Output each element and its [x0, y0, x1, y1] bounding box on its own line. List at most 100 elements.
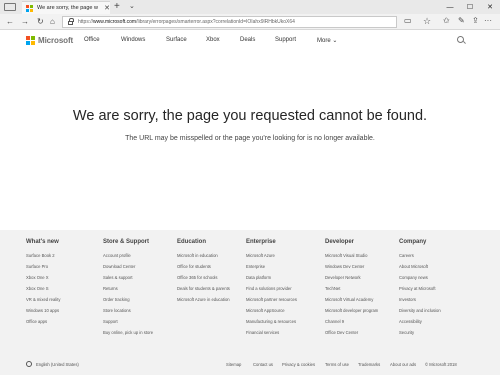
- browser-titlebar: We are sorry, the page w ✕ + ⌄ — ☐ ✕: [0, 0, 500, 14]
- footer-link[interactable]: Financial services: [246, 327, 297, 338]
- footer-link[interactable]: Diversity and inclusion: [399, 305, 441, 316]
- footer-link[interactable]: Microsoft in education: [177, 250, 230, 261]
- share-icon[interactable]: ⇪: [472, 16, 479, 25]
- forward-icon[interactable]: →: [21, 16, 29, 28]
- favorites-hub-icon[interactable]: ✩: [443, 16, 450, 25]
- footer-link[interactable]: Office for students: [177, 261, 230, 272]
- footer-link[interactable]: Surface Book 2: [26, 250, 60, 261]
- globe-icon: [26, 361, 32, 367]
- legal-link-privacy[interactable]: Privacy & cookies: [282, 362, 315, 367]
- footer-link[interactable]: Privacy at Microsoft: [399, 283, 441, 294]
- microsoft-logo-icon: [26, 36, 35, 45]
- address-toolbar: ← → ↻ ⌂ https://www.microsoft.com/librar…: [0, 14, 500, 30]
- footer-link[interactable]: Store locations: [103, 305, 153, 316]
- tab-active[interactable]: We are sorry, the page w ✕: [22, 1, 110, 14]
- footer-link[interactable]: About Microsoft: [399, 261, 441, 272]
- legal-link-terms[interactable]: Terms of use: [325, 362, 349, 367]
- copyright-text: © Microsoft 2018: [425, 362, 457, 367]
- footer-link[interactable]: Enterprise: [246, 261, 297, 272]
- nav-office[interactable]: Office: [84, 37, 100, 43]
- error-heading: We are sorry, the page you requested can…: [72, 108, 428, 124]
- tab-close-icon[interactable]: ✕: [104, 5, 110, 12]
- address-input[interactable]: https://www.microsoft.com/library/errorp…: [62, 16, 397, 28]
- footer-column-store-support: Store & Support Account profile Download…: [103, 239, 153, 338]
- footer-bottom-bar: English (United States) Sitemap Contact …: [0, 360, 500, 372]
- logo-text: Microsoft: [38, 36, 74, 45]
- close-window-button[interactable]: ✕: [480, 0, 500, 14]
- footer-link[interactable]: Account profile: [103, 250, 153, 261]
- footer-link[interactable]: Accessibility: [399, 316, 441, 327]
- footer-link[interactable]: Office 365 for schools: [177, 272, 230, 283]
- legal-link-contact[interactable]: Contact us: [253, 362, 273, 367]
- locale-selector[interactable]: English (United States): [26, 361, 79, 367]
- favorite-star-icon[interactable]: ☆: [423, 16, 431, 27]
- footer-link[interactable]: Developer Network: [325, 272, 378, 283]
- footer-link[interactable]: Deals for students & parents: [177, 283, 230, 294]
- legal-link-about-ads[interactable]: About our ads: [390, 362, 416, 367]
- footer-link[interactable]: Sales & support: [103, 272, 153, 283]
- footer-link[interactable]: Investors: [399, 294, 441, 305]
- home-icon[interactable]: ⌂: [50, 16, 55, 28]
- nav-more[interactable]: More ⌄: [317, 37, 337, 44]
- nav-xbox[interactable]: Xbox: [206, 37, 220, 43]
- footer-link[interactable]: Channel 9: [325, 316, 378, 327]
- footer-link[interactable]: Microsoft developer program: [325, 305, 378, 316]
- web-notes-icon[interactable]: ✎: [458, 16, 465, 25]
- footer-link[interactable]: Careers: [399, 250, 441, 261]
- footer-link[interactable]: Microsoft AppSource: [246, 305, 297, 316]
- footer-link[interactable]: Microsoft Azure in education: [177, 294, 230, 305]
- footer-link[interactable]: Manufacturing & resources: [246, 316, 297, 327]
- footer-column-enterprise: Enterprise Microsoft Azure Enterprise Da…: [246, 239, 297, 338]
- lock-icon: [68, 18, 74, 25]
- footer-heading: Developer: [325, 239, 355, 245]
- nav-deals[interactable]: Deals: [240, 37, 255, 43]
- refresh-icon[interactable]: ↻: [37, 16, 44, 28]
- legal-link-trademarks[interactable]: Trademarks: [358, 362, 380, 367]
- footer-link[interactable]: Windows 10 apps: [26, 305, 60, 316]
- nav-surface[interactable]: Surface: [166, 37, 187, 43]
- footer-column-developer: Developer Microsoft Visual Studio Window…: [325, 239, 378, 338]
- microsoft-logo[interactable]: Microsoft: [26, 36, 73, 45]
- more-menu-icon[interactable]: ···: [484, 16, 492, 25]
- search-icon[interactable]: [457, 36, 464, 43]
- footer-link[interactable]: Data platform: [246, 272, 297, 283]
- footer-link[interactable]: Security: [399, 327, 441, 338]
- footer-link[interactable]: Returns: [103, 283, 153, 294]
- tab-list-icon[interactable]: ⌄: [129, 2, 135, 10]
- footer-heading: Education: [177, 239, 207, 245]
- footer-link[interactable]: Order tracking: [103, 294, 153, 305]
- footer-link[interactable]: TechNet: [325, 283, 378, 294]
- footer-link[interactable]: Office apps: [26, 316, 60, 327]
- footer-column-education: Education Microsoft in education Office …: [177, 239, 230, 305]
- error-subtitle: The URL may be misspelled or the page yo…: [125, 135, 375, 142]
- tab-preview-icon[interactable]: [4, 3, 16, 11]
- footer-link[interactable]: Microsoft Virtual Academy: [325, 294, 378, 305]
- footer-link[interactable]: Windows Dev Center: [325, 261, 378, 272]
- back-icon[interactable]: ←: [6, 16, 14, 28]
- footer-link[interactable]: Support: [103, 316, 153, 327]
- footer-link[interactable]: VR & mixed reality: [26, 294, 60, 305]
- site-header: Microsoft Office Windows Surface Xbox De…: [0, 31, 500, 50]
- locale-label: English (United States): [36, 361, 79, 367]
- footer-link[interactable]: Microsoft partner resources: [246, 294, 297, 305]
- footer-link[interactable]: Microsoft Azure: [246, 250, 297, 261]
- footer-link[interactable]: Office Dev Center: [325, 327, 378, 338]
- footer-link[interactable]: Xbox One S: [26, 283, 60, 294]
- reading-view-icon[interactable]: ▭: [404, 16, 412, 25]
- footer-link[interactable]: Download Center: [103, 261, 153, 272]
- legal-link-sitemap[interactable]: Sitemap: [226, 362, 241, 367]
- footer-link[interactable]: Surface Pro: [26, 261, 60, 272]
- footer-heading: Company: [399, 239, 427, 245]
- minimize-button[interactable]: —: [440, 0, 460, 14]
- nav-windows[interactable]: Windows: [121, 37, 145, 43]
- footer-link[interactable]: Buy online, pick up in store: [103, 327, 153, 338]
- footer-link[interactable]: Company news: [399, 272, 441, 283]
- nav-support[interactable]: Support: [275, 37, 296, 43]
- maximize-button[interactable]: ☐: [460, 0, 480, 14]
- footer-link[interactable]: Xbox One X: [26, 272, 60, 283]
- footer-link[interactable]: Find a solutions provider: [246, 283, 297, 294]
- footer-heading: What's new: [26, 239, 59, 245]
- tab-title: We are sorry, the page w: [37, 5, 98, 11]
- footer-link[interactable]: Microsoft Visual Studio: [325, 250, 378, 261]
- new-tab-button[interactable]: +: [114, 1, 120, 13]
